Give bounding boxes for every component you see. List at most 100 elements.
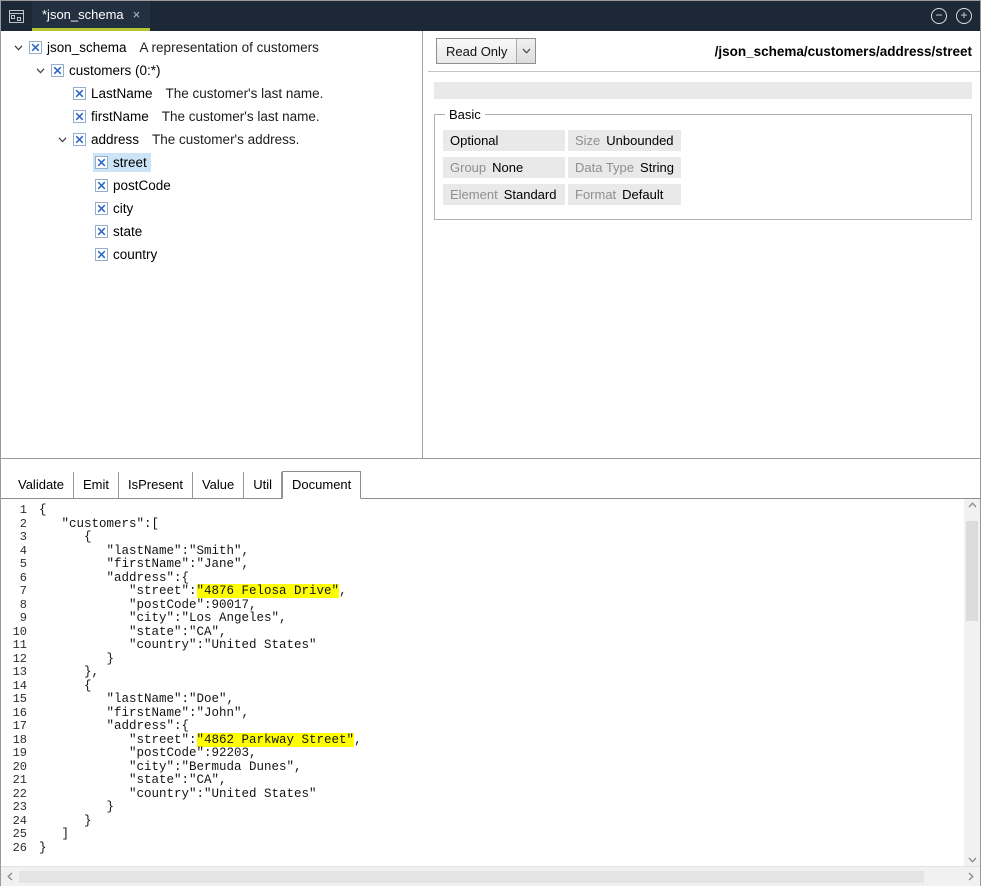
tab-ispresent[interactable]: IsPresent (119, 472, 193, 498)
highlighted-code-segment: "4876 Felosa Drive" (197, 584, 340, 598)
tab-util[interactable]: Util (244, 472, 282, 498)
line-number: 22 (1, 788, 27, 802)
code-line: } (39, 653, 964, 667)
line-number: 6 (1, 572, 27, 586)
line-number: 7 (1, 585, 27, 599)
tree-item-address[interactable]: addressThe customer's address. (1, 128, 422, 151)
code-line: { (39, 531, 964, 545)
tree-node: postCode (93, 176, 175, 195)
property-chip-default: FormatDefault (568, 184, 681, 205)
expand-all-icon[interactable]: + (956, 8, 972, 24)
code-line: } (39, 842, 964, 856)
line-number: 14 (1, 680, 27, 694)
code-segment: "address":{ (39, 719, 189, 733)
code-segment: "country":"United States" (39, 787, 317, 801)
tree-item-customers-0[interactable]: customers (0:*) (1, 59, 422, 82)
tree-item-lastname[interactable]: LastNameThe customer's last name. (1, 82, 422, 105)
mode-select-value: Read Only (437, 39, 516, 63)
tree-item-label: state (113, 224, 142, 239)
code-line: "customers":[ (39, 518, 964, 532)
element-icon (95, 156, 108, 169)
section-bar (434, 82, 972, 99)
code-line: "street":"4862 Parkway Street", (39, 734, 964, 748)
code-segment: } (39, 800, 114, 814)
element-icon (29, 41, 42, 54)
line-number: 9 (1, 612, 27, 626)
horizontal-scroll-thumb[interactable] (19, 871, 924, 883)
line-number: 1 (1, 504, 27, 518)
tree-item-state[interactable]: state (1, 220, 422, 243)
element-icon (51, 64, 64, 77)
property-chip-standard: ElementStandard (443, 184, 565, 205)
tree-item-firstname[interactable]: firstName The customer's last name. (1, 105, 422, 128)
tree-item-description: The customer's last name. (162, 109, 320, 124)
tab-emit[interactable]: Emit (74, 472, 119, 498)
tree-node: country (93, 245, 161, 264)
mode-select[interactable]: Read Only (436, 38, 536, 64)
tab-value[interactable]: Value (193, 472, 244, 498)
line-number: 24 (1, 815, 27, 829)
code-segment: "postCode":90017, (39, 598, 257, 612)
code-segment: { (39, 503, 47, 517)
code-line: "city":"Bermuda Dunes", (39, 761, 964, 775)
basic-properties-group: Basic OptionalSizeUnboundedGroupNoneData… (434, 107, 972, 220)
chevron-down-icon[interactable] (516, 39, 535, 63)
scroll-left-icon[interactable] (7, 872, 13, 881)
document-editor[interactable]: 1234567891011121314151617181920212223242… (1, 499, 980, 866)
property-label: Data Type (575, 160, 634, 175)
tree-item-json-schema[interactable]: json_schemaA representation of customers (1, 36, 422, 59)
editor-tab-json-schema[interactable]: *json_schema × (32, 1, 150, 31)
tab-close-icon[interactable]: × (133, 7, 141, 22)
element-icon (95, 248, 108, 261)
element-icon (95, 179, 108, 192)
tree-item-street[interactable]: street (1, 151, 422, 174)
tree-item-postcode[interactable]: postCode (1, 174, 422, 197)
line-number: 3 (1, 531, 27, 545)
code-segment: "street": (39, 733, 197, 747)
code-line: "country":"United States" (39, 639, 964, 653)
chevron-down-icon[interactable] (53, 137, 71, 143)
code-line: } (39, 801, 964, 815)
tab-document[interactable]: Document (282, 471, 361, 499)
code-lines[interactable]: { "customers":[ { "lastName":"Smith", "f… (35, 499, 964, 866)
tree-item-label: city (113, 201, 133, 216)
tree-item-description: The customer's last name. (166, 86, 324, 101)
tab-validate[interactable]: Validate (9, 472, 74, 498)
code-segment: "customers":[ (39, 517, 159, 531)
property-value: Default (622, 187, 663, 202)
code-line: { (39, 680, 964, 694)
code-segment: }, (39, 665, 99, 679)
code-line: { (39, 504, 964, 518)
horizontal-scrollbar[interactable] (1, 866, 980, 886)
properties-header: Read Only /json_schema/customers/address… (428, 31, 980, 72)
line-number: 19 (1, 747, 27, 761)
tree-node: firstName (71, 107, 153, 126)
chevron-down-icon[interactable] (31, 68, 49, 74)
scroll-up-icon[interactable] (964, 502, 980, 508)
tree-item-label: json_schema (47, 40, 127, 55)
line-number: 16 (1, 707, 27, 721)
property-label: Size (575, 133, 600, 148)
line-numbers: 1234567891011121314151617181920212223242… (1, 499, 35, 866)
line-number: 10 (1, 626, 27, 640)
line-number: 23 (1, 801, 27, 815)
tree-item-city[interactable]: city (1, 197, 422, 220)
vertical-scrollbar[interactable] (964, 499, 980, 866)
collapse-all-icon[interactable]: − (931, 8, 947, 24)
scroll-down-icon[interactable] (964, 857, 980, 863)
code-segment: { (39, 530, 92, 544)
code-segment: "state":"CA", (39, 773, 227, 787)
scroll-right-icon[interactable] (968, 872, 974, 881)
code-segment: , (339, 584, 347, 598)
chevron-down-icon[interactable] (9, 45, 27, 51)
code-segment: ] (39, 827, 69, 841)
tree-item-country[interactable]: country (1, 243, 422, 266)
vertical-scroll-thumb[interactable] (966, 521, 978, 621)
code-line: "address":{ (39, 572, 964, 586)
tree-node: json_schema (27, 38, 131, 57)
properties-panel: Read Only /json_schema/customers/address… (428, 31, 980, 458)
schema-tree[interactable]: json_schemaA representation of customers… (1, 31, 423, 458)
app-window: { "titlebar": { "tab_label": "*json_sche… (0, 0, 981, 886)
code-segment: "street": (39, 584, 197, 598)
code-line: "state":"CA", (39, 774, 964, 788)
